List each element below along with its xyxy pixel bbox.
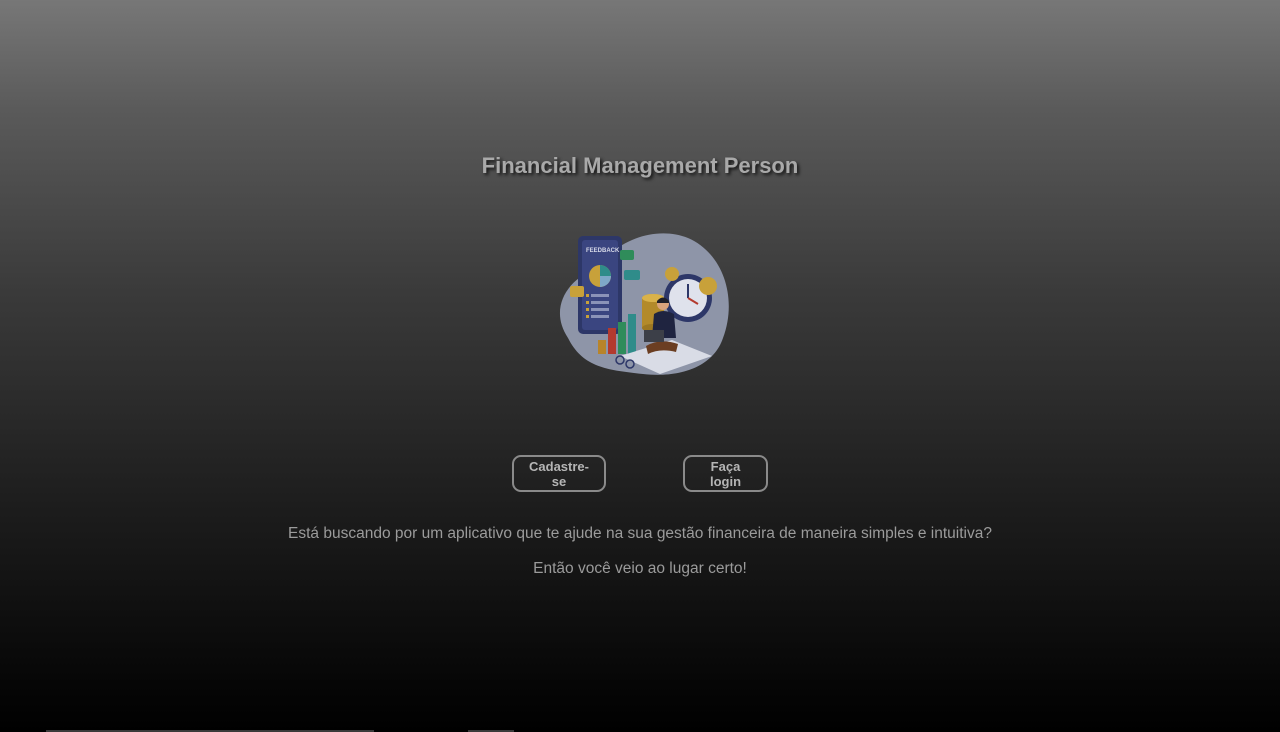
chat-bubble-icon — [624, 270, 640, 280]
chat-bubble-icon — [620, 250, 634, 260]
phone-icon: FEEDBACK — [578, 236, 622, 334]
page-title: Financial Management Person — [481, 153, 799, 178]
chat-bubble-icon — [570, 286, 584, 297]
intro-question: Está buscando por um aplicativo que te a… — [288, 525, 992, 542]
feedback-badge-text: FEEDBACK — [586, 248, 620, 254]
finance-illustration: FEEDBACK — [559, 233, 729, 375]
intro-answer: Então você veio ao lugar certo! — [533, 560, 747, 577]
signup-button[interactable]: Cadastre-se — [512, 455, 606, 492]
login-button[interactable]: Faça login — [683, 455, 768, 492]
